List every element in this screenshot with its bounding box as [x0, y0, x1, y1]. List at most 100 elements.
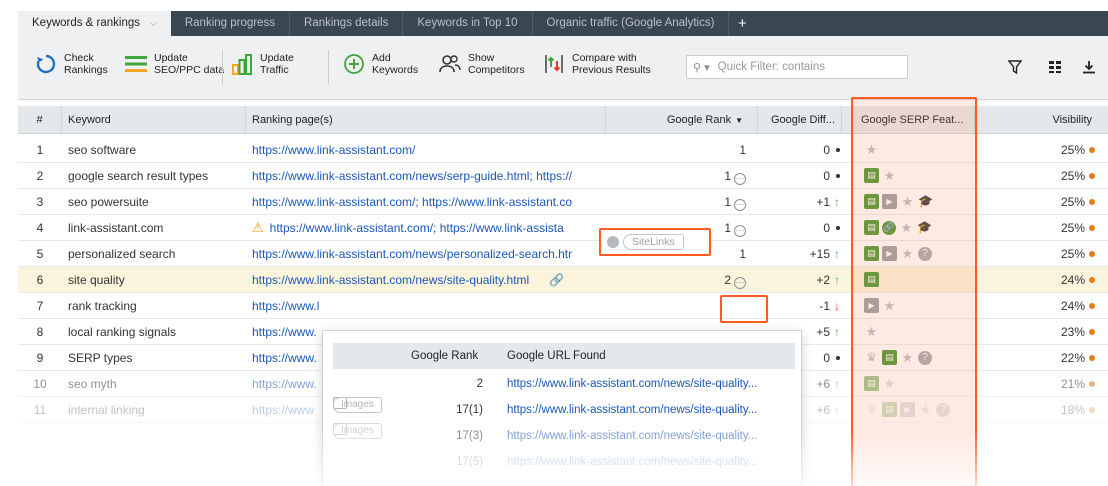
col-number[interactable]: # [18, 106, 62, 134]
update-traffic-button[interactable]: Update Traffic [228, 50, 294, 78]
ranking-page-url[interactable]: https://www.link-assistant.com/news/pers… [252, 247, 572, 261]
update-seo-ppc-label: Update SEO/PPC data [154, 52, 225, 76]
visibility-cell: 25% [975, 163, 1095, 189]
popup-row[interactable]: Images 17(3) https://www.link-assistant.co… [333, 423, 795, 449]
add-keywords-label: Add Keywords [372, 52, 419, 76]
visibility-cell: 25% [975, 215, 1095, 241]
bar-chart-icon [228, 50, 256, 78]
tab-keywords-top10[interactable]: Keywords in Top 10 [403, 11, 533, 36]
google-rank-value: 1 [724, 195, 731, 209]
compare-results-button[interactable]: Compare with Previous Results [540, 50, 651, 78]
update-seo-ppc-button[interactable]: Update SEO/PPC data [122, 50, 224, 78]
google-diff-cell: +1 ↑ [758, 189, 844, 215]
tab-keywords-rankings[interactable]: Keywords & rankings ⌵ [18, 11, 171, 36]
arrow-up-icon: ↑ [834, 195, 840, 209]
google-rank-cell[interactable]: 2 ··· [606, 267, 746, 293]
tab-rankings-details[interactable]: Rankings details [290, 11, 404, 36]
show-competitors-label: Show Competitors [468, 52, 525, 76]
more-results-icon[interactable]: ··· [734, 199, 746, 211]
visibility-cell: 22% [975, 345, 1095, 371]
ranking-pages-cell: https://www.link-assistant.com/news/pers… [252, 241, 602, 267]
popup-row[interactable]: 17(5) https://www.link-assistant.com/news… [333, 449, 795, 475]
row-number: 6 [36, 273, 44, 287]
visibility-cell: 25% [975, 189, 1095, 215]
rank-cell-highlight[interactable] [720, 295, 768, 323]
tab-label: Organic traffic (Google Analytics) [546, 17, 715, 29]
ranking-pages-cell: https://www.link-assistant.com/ [252, 137, 602, 163]
popup-row[interactable]: 2 https://www.link-assistant.com/news/sit… [333, 371, 795, 397]
popup-url-value[interactable]: https://www.link-assistant.com/news/site… [507, 371, 757, 397]
visibility-dot-icon [1089, 199, 1095, 205]
check-rankings-label: Check Rankings [64, 52, 108, 76]
tab-organic-traffic[interactable]: Organic traffic (Google Analytics) [533, 11, 730, 36]
keyword-cell: rank tracking [68, 299, 137, 313]
check-rankings-button[interactable]: Check Rankings [32, 50, 108, 78]
tab-ranking-progress[interactable]: Ranking progress [171, 11, 290, 36]
ranking-page-url[interactable]: https://www.link-assistant.com/news/site… [252, 273, 529, 287]
sitelinks-badge: SiteLinks [623, 234, 684, 250]
col-ranking-pages[interactable]: Ranking page(s) [246, 106, 606, 134]
google-rank-cell[interactable]: 1 ··· [606, 163, 746, 189]
ranking-page-url[interactable]: https://www. [252, 325, 317, 339]
more-results-icon[interactable]: ··· [734, 225, 746, 237]
popup-rank-value: 17(1) [456, 404, 483, 416]
ranking-page-url[interactable]: https://www. [252, 377, 317, 391]
quick-filter-input[interactable]: ⚲ ▾ Quick Filter: contains [686, 55, 908, 79]
popup-row[interactable]: Images 17(1) https://www.link-assistant.co… [333, 397, 795, 423]
add-tab-button[interactable]: + [729, 11, 755, 36]
ranking-page-url[interactable]: https://www.link-assistant.com/; https:/… [252, 195, 572, 209]
toolbar-divider [222, 50, 223, 84]
show-competitors-button[interactable]: Show Competitors [436, 50, 525, 78]
col-google-diff[interactable]: Google Diff... [758, 106, 842, 134]
add-keywords-button[interactable]: Add Keywords [340, 50, 418, 78]
grid-view-icon[interactable] [1044, 56, 1066, 78]
ranking-pages-cell: https://www.link-assistant.com/; https:/… [252, 189, 602, 215]
tab-label: Ranking progress [184, 17, 275, 29]
col-google-rank-label: Google Rank [666, 114, 732, 126]
ranking-page-url[interactable]: https://www.l [252, 299, 319, 313]
popup-header: Google Rank Google URL Found [333, 343, 795, 369]
visibility-cell: 23% [975, 319, 1095, 345]
col-google-rank[interactable]: Google Rank ▼ [606, 106, 758, 134]
tab-label: Rankings details [304, 17, 389, 29]
more-results-icon[interactable]: ··· [734, 277, 746, 289]
keyword-cell: personalized search [68, 247, 176, 261]
ranking-page-url[interactable]: https://www [252, 403, 314, 417]
ranking-page-url[interactable]: https://www.link-assistant.com/news/serp… [252, 169, 572, 183]
ranking-page-url[interactable]: https://www. [252, 351, 317, 365]
download-icon[interactable] [1078, 56, 1100, 78]
arrow-down-icon: ↓ [834, 299, 840, 313]
google-rank-cell[interactable]: 1 ··· [606, 189, 746, 215]
more-results-icon[interactable]: ··· [734, 173, 746, 185]
visibility-cell: 25% [975, 241, 1095, 267]
arrow-up-icon: ↑ [834, 403, 840, 417]
keyword-cell: site quality [68, 273, 125, 287]
google-diff-cell: +2 ↑ [758, 267, 844, 293]
row-number: 5 [36, 247, 44, 261]
arrow-up-icon: ↑ [834, 377, 840, 391]
visibility-value: 24% [1060, 299, 1085, 313]
sitelinks-feature[interactable]: SiteLinks [599, 228, 711, 256]
chevron-down-icon[interactable]: ⌵ [150, 11, 157, 36]
popup-url-value[interactable]: https://www.link-assistant.com/news/site… [507, 423, 757, 449]
compare-results-label: Compare with Previous Results [572, 52, 651, 76]
serp-features-highlight [851, 97, 977, 486]
google-diff-value: 0 [823, 169, 830, 183]
google-rank-cell[interactable]: 1 [606, 137, 746, 163]
ranking-page-url[interactable]: https://www.link-assistant.com/ [252, 143, 415, 157]
visibility-value: 23% [1060, 325, 1085, 339]
no-change-icon [836, 174, 840, 178]
tab-label: Keywords & rankings [32, 17, 141, 29]
ranking-page-url[interactable]: https://www.link-assistant.com/; https:/… [270, 221, 564, 235]
ranking-pages-cell: ⚠ https://www.link-assistant.com/; https:… [252, 215, 602, 241]
col-keyword[interactable]: Keyword [62, 106, 246, 134]
popup-url-value[interactable]: https://www.link-assistant.com/news/site… [507, 449, 757, 475]
google-diff-cell: 0 [758, 163, 844, 189]
popup-url-value[interactable]: https://www.link-assistant.com/news/site… [507, 397, 757, 423]
visibility-value: 21% [1060, 377, 1085, 391]
filter-icon[interactable] [1004, 56, 1026, 78]
col-visibility[interactable]: Visibility [975, 106, 1108, 134]
search-icon[interactable]: ⚲ ▾ [693, 61, 710, 74]
visibility-value: 25% [1060, 247, 1085, 261]
chain-link-icon[interactable]: 🔗 [549, 273, 564, 287]
